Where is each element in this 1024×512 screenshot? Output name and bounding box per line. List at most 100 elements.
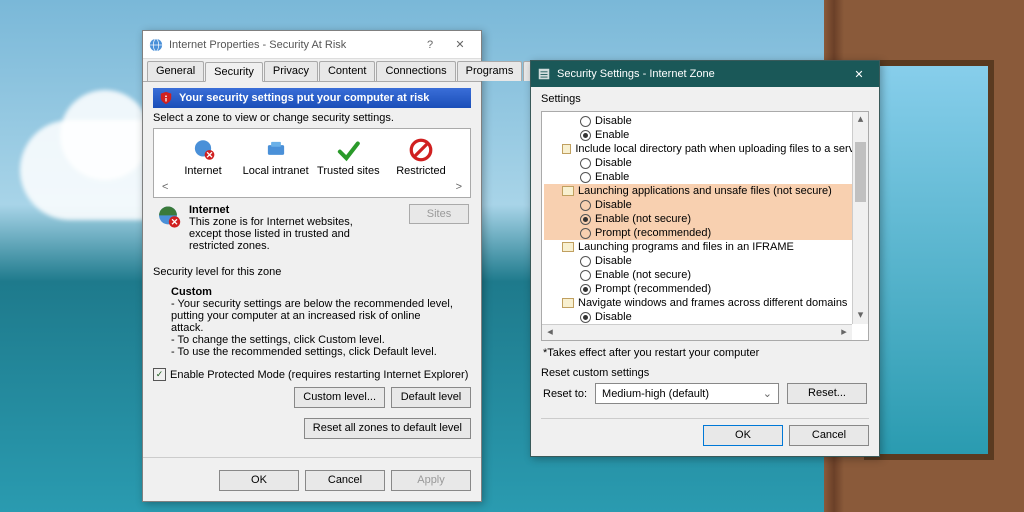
radio-icon <box>580 256 591 267</box>
ok-button[interactable]: OK <box>703 425 783 446</box>
scroll-down-icon[interactable]: ▾ <box>853 308 868 324</box>
setting-label: Include local directory path when upload… <box>575 143 864 155</box>
setting-option[interactable]: Disable <box>544 198 866 212</box>
tab-strip: GeneralSecurityPrivacyContentConnections… <box>143 59 481 82</box>
zone-restricted[interactable]: Restricted <box>386 137 456 177</box>
zone-label: Internet <box>184 165 221 177</box>
titlebar[interactable]: Security Settings - Internet Zone ✕ <box>531 61 879 87</box>
reset-all-zones-button[interactable]: Reset all zones to default level <box>304 418 471 439</box>
zone-internet[interactable]: ✕ Internet <box>168 137 238 177</box>
sites-button[interactable]: Sites <box>409 204 469 224</box>
setting-group[interactable]: Launching programs and files in an IFRAM… <box>544 240 866 254</box>
radio-icon <box>580 130 591 141</box>
radio-icon <box>580 214 591 225</box>
custom-title: Custom <box>171 286 453 298</box>
apply-button[interactable]: Apply <box>391 470 471 491</box>
setting-label: Enable <box>595 171 629 183</box>
setting-group[interactable]: Launching applications and unsafe files … <box>544 184 866 198</box>
tab-connections[interactable]: Connections <box>376 61 455 81</box>
reset-custom-label: Reset custom settings <box>531 361 879 379</box>
setting-option[interactable]: Prompt (recommended) <box>544 226 866 240</box>
zone-selector: ✕ Internet Local intranet Trusted sites Rest… <box>153 128 471 198</box>
setting-option[interactable]: Disable <box>544 310 866 324</box>
setting-label: Disable <box>595 255 632 267</box>
setting-label: Launching programs and files in an IFRAM… <box>578 241 794 253</box>
zone-label: Trusted sites <box>317 165 380 177</box>
folder-icon <box>562 186 574 196</box>
scrollbar-thumb[interactable] <box>855 142 866 202</box>
help-button[interactable]: ? <box>415 35 445 55</box>
setting-label: Disable <box>595 115 632 127</box>
scroll-right-icon[interactable]: ▸ <box>836 325 852 340</box>
warning-bar: Your security settings put your computer… <box>153 88 471 108</box>
custom-info-line: - To use the recommended settings, click… <box>171 346 453 358</box>
cancel-button[interactable]: Cancel <box>305 470 385 491</box>
setting-label: Enable <box>595 129 629 141</box>
setting-label: Prompt (recommended) <box>595 227 711 239</box>
setting-label: Disable <box>595 199 632 211</box>
security-level-label: Security level for this zone <box>153 266 471 278</box>
tab-programs[interactable]: Programs <box>457 61 523 81</box>
setting-option[interactable]: Prompt (recommended) <box>544 282 866 296</box>
folder-icon <box>562 144 571 154</box>
select-zone-label: Select a zone to view or change security… <box>153 112 471 124</box>
radio-icon <box>580 116 591 127</box>
radio-icon <box>580 312 591 323</box>
custom-info-line: - To change the settings, click Custom l… <box>171 334 453 346</box>
setting-label: Disable <box>595 311 632 323</box>
setting-option[interactable]: Enable (not secure) <box>544 268 866 282</box>
zone-trusted-sites[interactable]: Trusted sites <box>313 137 383 177</box>
setting-group[interactable]: Include local directory path when upload… <box>544 142 866 156</box>
radio-icon <box>580 200 591 211</box>
zone-label: Local intranet <box>243 165 309 177</box>
setting-label: Navigate windows and frames across diffe… <box>578 297 847 309</box>
default-level-button[interactable]: Default level <box>391 387 471 408</box>
scroll-up-icon[interactable]: ▴ <box>853 112 868 128</box>
close-button[interactable]: ✕ <box>839 61 879 87</box>
setting-option[interactable]: Disable <box>544 254 866 268</box>
zone-label: Restricted <box>396 165 446 177</box>
setting-label: Launching applications and unsafe files … <box>578 185 832 197</box>
reset-level-select[interactable]: Medium-high (default) ⌄ <box>595 383 779 404</box>
setting-group[interactable]: Navigate windows and frames across diffe… <box>544 296 866 310</box>
globe-icon <box>149 38 163 52</box>
custom-info-line: - Your security settings are below the r… <box>171 298 453 334</box>
zone-icon: ✕ <box>190 137 216 163</box>
tab-security[interactable]: Security <box>205 62 263 82</box>
ok-button[interactable]: OK <box>219 470 299 491</box>
scroll-right-icon[interactable]: > <box>456 181 462 193</box>
radio-icon <box>580 228 591 239</box>
reset-button[interactable]: Reset... <box>787 383 867 404</box>
tab-content[interactable]: Content <box>319 61 376 81</box>
radio-icon <box>580 270 591 281</box>
titlebar[interactable]: Internet Properties - Security At Risk ?… <box>143 31 481 59</box>
scroll-left-icon[interactable]: ◂ <box>542 325 558 340</box>
protected-mode-label: Enable Protected Mode (requires restarti… <box>170 369 468 381</box>
setting-option[interactable]: Enable (not secure) <box>544 212 866 226</box>
setting-label: Prompt (recommended) <box>595 283 711 295</box>
zone-icon <box>335 137 361 163</box>
setting-option[interactable]: Enable <box>544 128 866 142</box>
setting-label: Enable (not secure) <box>595 213 691 225</box>
setting-option[interactable]: Disable <box>544 114 866 128</box>
zone-local-intranet[interactable]: Local intranet <box>241 137 311 177</box>
reset-level-value: Medium-high (default) <box>602 388 709 400</box>
setting-option[interactable]: Enable <box>544 170 866 184</box>
protected-mode-checkbox[interactable]: ✓ <box>153 368 166 381</box>
zone-icon <box>408 137 434 163</box>
custom-level-button[interactable]: Custom level... <box>294 387 385 408</box>
setting-option[interactable]: Disable <box>544 156 866 170</box>
scroll-left-icon[interactable]: < <box>162 181 168 193</box>
close-button[interactable]: ✕ <box>445 35 475 55</box>
tab-general[interactable]: General <box>147 61 204 81</box>
vertical-scrollbar[interactable]: ▴ ▾ <box>852 112 868 324</box>
folder-icon <box>562 298 574 308</box>
horizontal-scrollbar[interactable]: ◂ ▸ <box>542 324 852 340</box>
tab-privacy[interactable]: Privacy <box>264 61 318 81</box>
bg-window <box>864 60 994 460</box>
settings-tree[interactable]: Disable Enable Include local directory pat… <box>541 111 869 341</box>
cancel-button[interactable]: Cancel <box>789 425 869 446</box>
radio-icon <box>580 158 591 169</box>
setting-label: Disable <box>595 157 632 169</box>
svg-text:✕: ✕ <box>206 150 213 160</box>
